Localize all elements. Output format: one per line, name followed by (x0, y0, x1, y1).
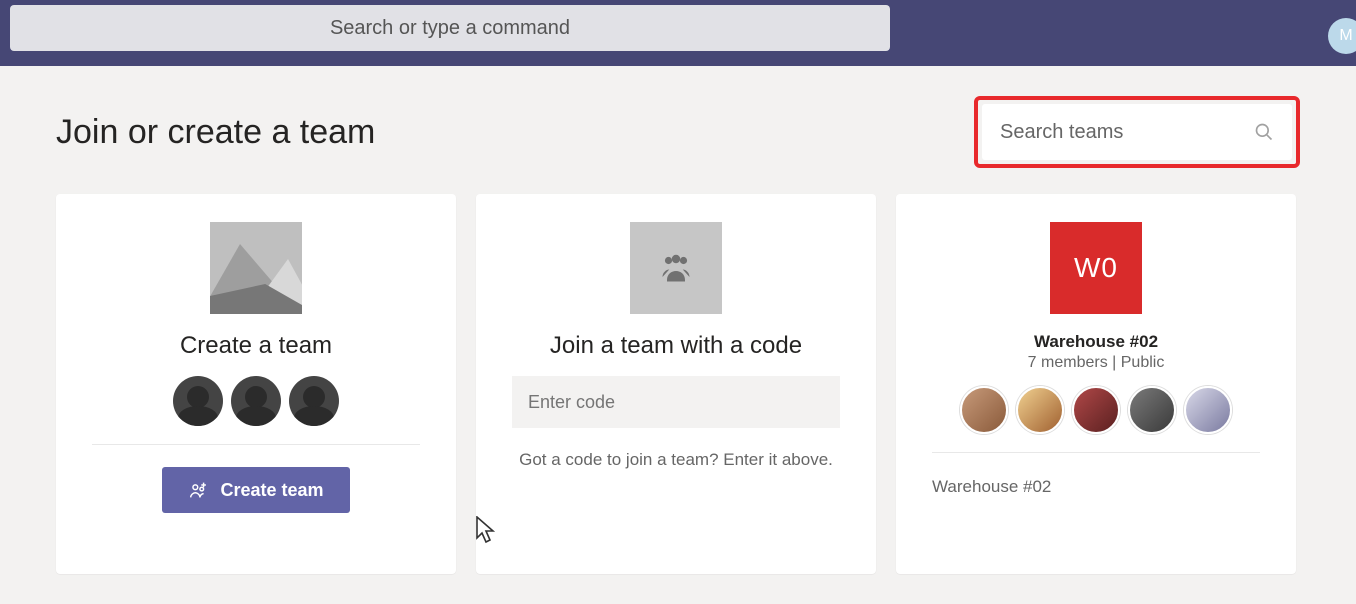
search-icon (1254, 122, 1274, 142)
avatar-placeholder-icon (289, 376, 339, 426)
member-avatar (1072, 386, 1120, 434)
join-code-help-text: Got a code to join a team? Enter it abov… (519, 450, 833, 470)
create-team-card[interactable]: Create a team Create team (56, 194, 456, 574)
page-title: Join or create a team (56, 113, 375, 152)
team-plus-icon (188, 479, 210, 501)
team-meta: 7 members | Public (1028, 354, 1165, 372)
team-initials: W0 (1074, 252, 1118, 284)
card-divider (932, 452, 1260, 453)
member-avatar (1184, 386, 1232, 434)
cards-row: Create a team Create team Join (56, 194, 1300, 574)
search-teams-highlight (974, 96, 1300, 168)
member-avatar (960, 386, 1008, 434)
enter-code-input[interactable] (512, 376, 840, 428)
join-with-code-card: Join a team with a code Got a code to jo… (476, 194, 876, 574)
command-search-input[interactable] (10, 17, 890, 40)
join-code-title: Join a team with a code (550, 332, 802, 360)
create-team-button[interactable]: Create team (162, 467, 349, 513)
search-teams-input[interactable] (1000, 121, 1220, 144)
command-search-box[interactable] (10, 5, 890, 51)
avatar-placeholder-icon (173, 376, 223, 426)
user-avatar[interactable]: M (1328, 18, 1356, 54)
team-avatar-tile: W0 (1050, 222, 1142, 314)
main-content: Join or create a team Create a team (0, 66, 1356, 604)
team-member-avatars (960, 386, 1232, 434)
team-name: Warehouse #02 (1034, 332, 1158, 352)
join-code-thumb (630, 222, 722, 314)
create-team-button-label: Create team (220, 480, 323, 501)
team-footer-label: Warehouse #02 (932, 477, 1051, 497)
avatar-placeholder-icon (231, 376, 281, 426)
placeholder-avatars (173, 376, 339, 426)
card-divider (92, 444, 420, 445)
member-avatar (1016, 386, 1064, 434)
header-row: Join or create a team (56, 96, 1300, 168)
top-bar: M (0, 0, 1356, 66)
member-avatar (1128, 386, 1176, 434)
create-team-thumb (210, 222, 302, 314)
create-team-title: Create a team (180, 332, 332, 360)
people-icon (658, 250, 694, 286)
search-teams-box[interactable] (982, 104, 1292, 160)
team-result-card[interactable]: W0 Warehouse #02 7 members | Public Ware… (896, 194, 1296, 574)
